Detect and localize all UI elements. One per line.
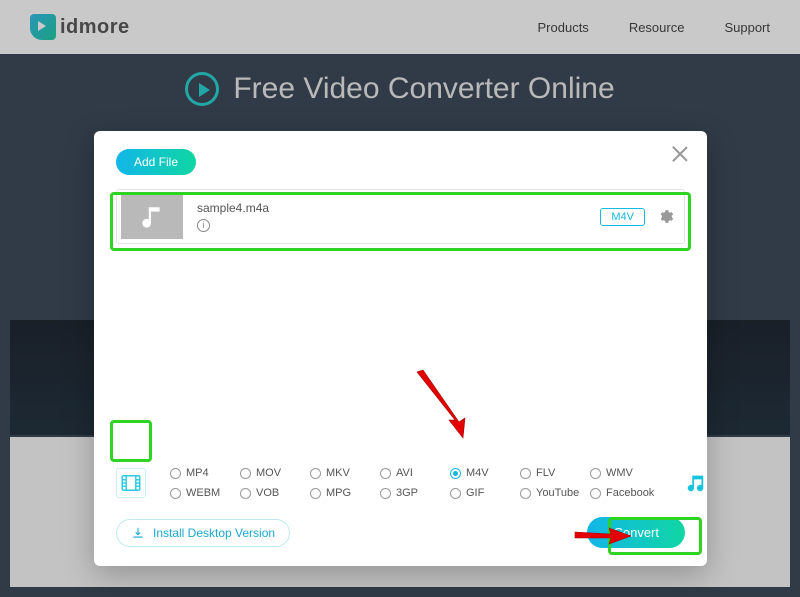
radio-icon [590, 488, 601, 499]
radio-icon [240, 468, 251, 479]
format-option-wmv[interactable]: WMV [590, 467, 656, 479]
format-option-mkv[interactable]: MKV [310, 467, 376, 479]
file-row[interactable]: sample4.m4a i M4V [116, 189, 685, 244]
format-option-mov[interactable]: MOV [240, 467, 306, 479]
audio-tab[interactable] [680, 468, 710, 498]
add-file-label: Add File [134, 155, 178, 169]
format-label: MOV [256, 467, 281, 479]
format-label: VOB [256, 487, 279, 499]
format-option-facebook[interactable]: Facebook [590, 487, 656, 499]
format-label: GIF [466, 487, 484, 499]
file-thumbnail [121, 194, 183, 239]
settings-button[interactable] [657, 208, 674, 225]
format-option-mpg[interactable]: MPG [310, 487, 376, 499]
format-label: MP4 [186, 467, 209, 479]
format-option-gif[interactable]: GIF [450, 487, 516, 499]
info-icon[interactable]: i [197, 219, 210, 232]
radio-icon [310, 488, 321, 499]
format-option-m4v[interactable]: M4V [450, 467, 516, 479]
radio-icon [240, 488, 251, 499]
radio-icon [450, 468, 461, 479]
format-option-webm[interactable]: WEBM [170, 487, 236, 499]
format-label: FLV [536, 467, 555, 479]
close-icon[interactable] [671, 145, 689, 163]
download-icon [131, 526, 145, 540]
video-tab[interactable] [116, 468, 146, 498]
convert-label: Convert [613, 525, 659, 540]
format-label: WEBM [186, 487, 220, 499]
format-panel: MP4 MOV MKV AVI M4V FLV WMV WEBM VOB MPG 3GP GIF You… [116, 464, 685, 502]
format-option-3gp[interactable]: 3GP [380, 487, 446, 499]
install-desktop-button[interactable]: Install Desktop Version [116, 519, 290, 547]
radio-icon [170, 488, 181, 499]
film-icon [121, 475, 141, 491]
radio-icon [380, 468, 391, 479]
format-label: MPG [326, 487, 351, 499]
file-name: sample4.m4a [197, 201, 269, 215]
format-label: YouTube [536, 487, 579, 499]
music-note-icon [139, 204, 165, 230]
add-file-button[interactable]: Add File [116, 149, 196, 175]
convert-button[interactable]: Convert [587, 517, 685, 548]
format-label: AVI [396, 467, 413, 479]
format-label: WMV [606, 467, 633, 479]
format-option-youtube[interactable]: YouTube [520, 487, 586, 499]
radio-icon [520, 468, 531, 479]
target-format-badge[interactable]: M4V [600, 208, 645, 226]
format-option-avi[interactable]: AVI [380, 467, 446, 479]
format-label: M4V [466, 467, 489, 479]
format-label: Facebook [606, 487, 654, 499]
radio-icon [520, 488, 531, 499]
radio-icon [450, 488, 461, 499]
radio-icon [380, 488, 391, 499]
radio-icon [310, 468, 321, 479]
gear-icon [657, 208, 674, 225]
format-option-mp4[interactable]: MP4 [170, 467, 236, 479]
radio-icon [170, 468, 181, 479]
format-option-vob[interactable]: VOB [240, 487, 306, 499]
install-label: Install Desktop Version [153, 526, 275, 540]
format-label: MKV [326, 467, 350, 479]
format-label: 3GP [396, 487, 418, 499]
converter-modal: Add File sample4.m4a i M4V [94, 131, 707, 566]
music-icon [683, 472, 707, 494]
radio-icon [590, 468, 601, 479]
format-option-flv[interactable]: FLV [520, 467, 586, 479]
